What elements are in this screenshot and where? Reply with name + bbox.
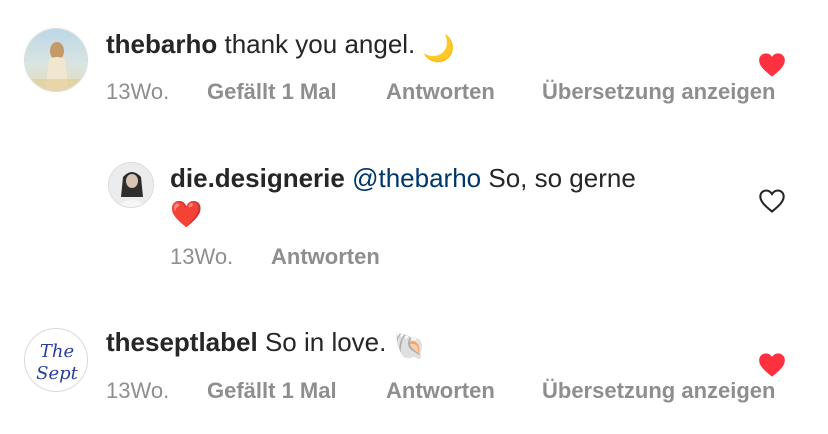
mention-link[interactable]: @thebarho <box>352 163 481 193</box>
translate-button[interactable]: Übersetzung anzeigen <box>542 78 775 106</box>
heart-filled-icon[interactable] <box>758 52 786 78</box>
comment-meta: 13Wo. Antworten <box>170 243 570 271</box>
comment-text: So, so gerne <box>488 163 636 193</box>
reply-button[interactable]: Antworten <box>386 78 495 106</box>
likes-count-link[interactable]: Gefällt 1 Mal <box>207 78 337 106</box>
comment-text-line: die.designerie @thebarho So, so gerne <box>170 162 636 194</box>
avatar-die-designerie[interactable] <box>108 162 154 208</box>
shell-emoji: 🐚 <box>393 331 426 361</box>
username[interactable]: thebarho <box>106 29 217 59</box>
svg-text:The: The <box>40 341 74 362</box>
comment-text-line: thebarho thank you angel. 🌙 <box>106 28 455 64</box>
reply-button[interactable]: Antworten <box>386 377 495 405</box>
comment-text: So in love. <box>264 327 387 357</box>
timestamp[interactable]: 13Wo. <box>106 377 169 405</box>
comment-text-line-2: ❤️ <box>170 194 202 230</box>
translate-button[interactable]: Übersetzung anzeigen <box>542 377 775 405</box>
avatar-photo <box>109 163 153 207</box>
timestamp[interactable]: 13Wo. <box>106 78 169 106</box>
comment-text-line: theseptlabel So in love. 🐚 <box>106 326 426 362</box>
heart-outline-icon[interactable] <box>758 188 786 214</box>
likes-count-link[interactable]: Gefällt 1 Mal <box>207 377 337 405</box>
comment-meta: 13Wo. Gefällt 1 Mal Antworten Übersetzun… <box>106 377 826 405</box>
reply-button[interactable]: Antworten <box>271 243 380 271</box>
avatar-photo <box>25 29 87 91</box>
heart-filled-icon[interactable] <box>758 352 786 378</box>
username[interactable]: theseptlabel <box>106 327 258 357</box>
username[interactable]: die.designerie <box>170 163 345 193</box>
timestamp[interactable]: 13Wo. <box>170 243 233 271</box>
avatar-thebarho[interactable] <box>24 28 88 92</box>
moon-emoji: 🌙 <box>422 33 455 63</box>
red-heart-emoji: ❤️ <box>170 199 203 229</box>
the-sept-logo: The Sept <box>36 341 79 384</box>
comment-meta: 13Wo. Gefällt 1 Mal Antworten Übersetzun… <box>106 78 826 106</box>
svg-text:Sept: Sept <box>36 363 79 384</box>
comment-text: thank you angel. <box>224 29 416 59</box>
avatar-theseptlabel[interactable]: The Sept <box>24 328 88 392</box>
